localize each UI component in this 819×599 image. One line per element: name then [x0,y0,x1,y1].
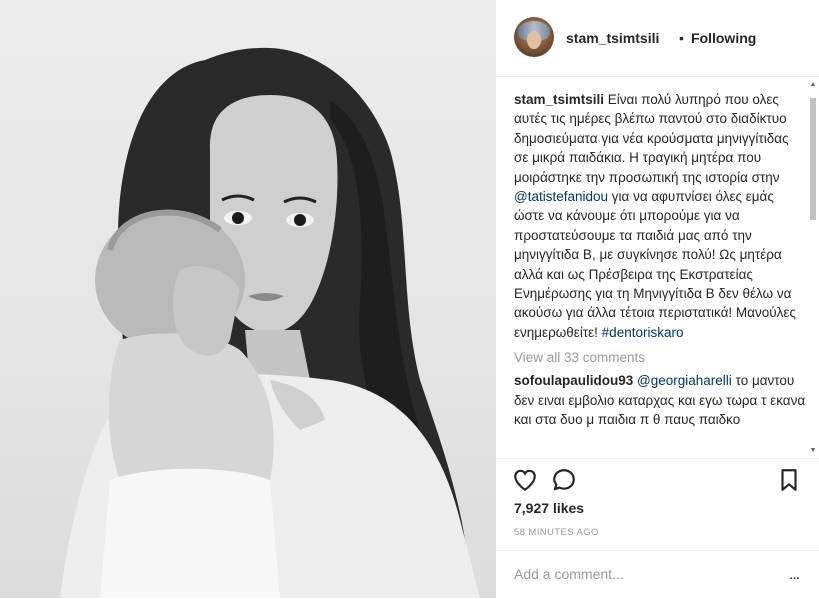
more-icon[interactable]: ... [784,565,804,585]
header-username[interactable]: stam_tsimtsili [566,30,659,46]
comment-mention[interactable]: @georgiaharelli [637,373,732,388]
add-comment-bar: ... [496,550,819,599]
post-timestamp[interactable]: 58 MINUTES AGO [514,527,599,538]
comment-username[interactable]: sofoulapaulidou93 [514,373,633,388]
likes-count[interactable]: 7,927 likes [514,500,584,516]
add-comment-input[interactable] [514,564,774,584]
following-button[interactable]: Following [691,30,756,46]
header-separator: • [679,30,684,46]
caption: stam_tsimtsili Είναι πολύ λυπηρό που ολε… [514,90,806,342]
heart-icon[interactable] [512,467,538,493]
scrollbar-thumb[interactable] [810,98,816,220]
caption-mention[interactable]: @tatistefanidou [514,189,608,204]
comments-scrollbar[interactable]: ▲ ▼ [809,78,817,458]
scroll-up-arrow-icon[interactable]: ▲ [809,80,817,90]
post-photo[interactable] [0,0,496,598]
view-all-comments-link[interactable]: View all 33 comments [514,348,806,368]
comment-item: sofoulapaulidou93 @georgiaharelli το μαν… [514,371,806,429]
comments-area[interactable]: stam_tsimtsili Είναι πολύ λυπηρό που ολε… [514,90,806,456]
bookmark-icon[interactable] [776,467,802,493]
photo-illustration [60,47,480,598]
caption-hashtag[interactable]: #dentoriskaro [602,325,684,340]
comment-icon[interactable] [551,467,577,493]
caption-text-part2: για να αφυπνίσει όλες εμάς ώστε να κάνου… [514,189,796,340]
post-side-panel: stam_tsimtsili • Following stam_tsimtsil… [496,0,819,598]
action-bar [496,458,819,499]
scroll-down-arrow-icon[interactable]: ▼ [809,446,817,456]
avatar-face [527,31,541,49]
post-header: stam_tsimtsili • Following [496,0,819,77]
avatar[interactable] [514,17,554,57]
caption-username[interactable]: stam_tsimtsili [514,92,604,107]
